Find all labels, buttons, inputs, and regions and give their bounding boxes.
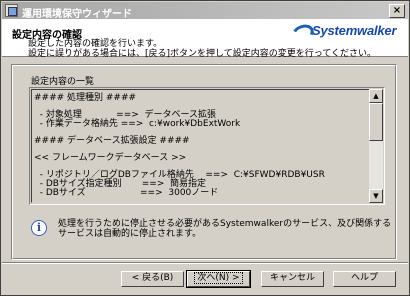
scroll-up-button[interactable]: ▲: [369, 89, 383, 103]
info-line-2: サービスは自動的に停止されます。: [58, 229, 202, 239]
summary-line: << フレームワークデータベース >>: [34, 153, 187, 164]
systemwalker-logo: Systemwalker: [292, 22, 397, 38]
summary-label: 設定内容の一覧: [31, 77, 95, 87]
summary-line: - DBサイズ ==> 3000ノード: [34, 187, 219, 198]
next-button[interactable]: 次へ(N) >: [186, 270, 251, 288]
scroll-thumb[interactable]: [369, 103, 383, 141]
page-description: 設定した内容の確認を行います。 設定に誤りがある場合には、[戻る]ボタンを押して…: [28, 39, 376, 59]
summary-line: #### 処理種別 ####: [34, 93, 137, 103]
help-button[interactable]: ヘルプ: [333, 271, 396, 287]
close-button[interactable]: ×: [389, 4, 405, 18]
window-title: 運用環境保守ウィザード: [22, 9, 132, 20]
cancel-button[interactable]: キャンセル: [261, 271, 324, 287]
app-icon: [5, 4, 18, 17]
description-line-1: 設定した内容の確認を行います。: [28, 39, 163, 49]
wizard-header: 設定内容の確認 Systemwalker 設定した内容の確認を行います。 設定に…: [2, 19, 408, 59]
description-line-2: 設定に誤りがある場合には、[戻る]ボタンを押して設定内容の変更を行ってください。: [28, 49, 377, 59]
summary-line: #### データベース拡張設定 ####: [34, 135, 190, 146]
logo-text: Systemwalker: [312, 22, 397, 38]
summary-line: - 作業データ格納先 ==> c:¥work¥DbExtWork: [34, 118, 241, 129]
scroll-down-button[interactable]: ▼: [369, 189, 383, 203]
title-bar: 運用環境保守ウィザード ×: [2, 2, 408, 20]
back-button[interactable]: < 戻る(B): [121, 271, 184, 287]
info-line-1: 処理を行うために停止させる必要があるSystemwalkerのサービス、及び関係…: [58, 219, 392, 229]
summary-text: #### 処理種別 #### - 対象処理 ==> データベース拡張 - 作業デ…: [34, 94, 368, 197]
info-message: 処理を行うために停止させる必要があるSystemwalkerのサービス、及び関係…: [58, 219, 391, 239]
settings-summary-list[interactable]: #### 処理種別 #### - 対象処理 ==> データベース拡張 - 作業デ…: [29, 87, 385, 205]
info-icon: i: [31, 220, 47, 236]
vertical-scrollbar[interactable]: ▲ ▼: [369, 89, 383, 203]
button-separator: [2, 262, 408, 264]
logo-swoosh-icon: [292, 23, 310, 37]
wizard-window: 運用環境保守ウィザード × 設定内容の確認 Systemwalker 設定した内…: [0, 0, 410, 296]
next-button-label: 次へ(N) >: [194, 272, 243, 284]
